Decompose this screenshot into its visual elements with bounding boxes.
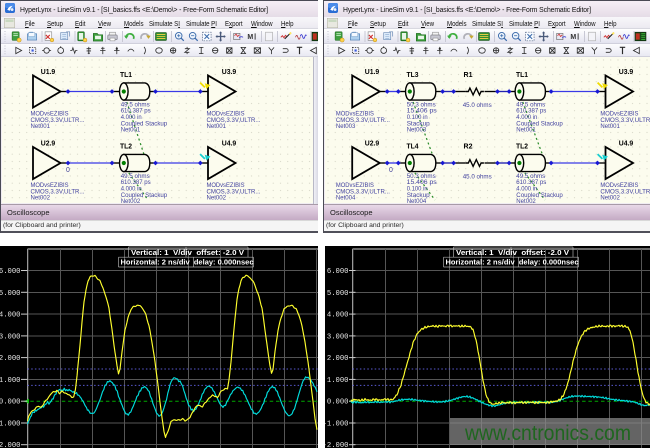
svg-text:U4.9: U4.9 bbox=[222, 139, 237, 148]
svg-text:Net002: Net002 bbox=[600, 195, 620, 202]
svg-text:3.000: 3.000 bbox=[327, 333, 349, 341]
svg-text:U3.9: U3.9 bbox=[222, 67, 237, 76]
svg-text:45.0 ohms: 45.0 ohms bbox=[463, 173, 493, 180]
svg-text:Vertical: 1 V/div offset: -2: Vertical: 1 V/div offset: -2.0 V bbox=[456, 250, 569, 257]
svg-text:0: 0 bbox=[66, 167, 70, 174]
svg-text:www.cntronics.com: www.cntronics.com bbox=[464, 421, 631, 445]
svg-text:TL2: TL2 bbox=[516, 142, 528, 151]
svg-text:0.000: 0.000 bbox=[327, 399, 349, 407]
svg-text:Horizontal: 2 ns/div delay: 0: Horizontal: 2 ns/div delay: 0.000nsec bbox=[446, 260, 579, 267]
svg-text:5.000: 5.000 bbox=[0, 290, 21, 298]
svg-text:6.000: 6.000 bbox=[327, 268, 349, 276]
svg-text:2.000: 2.000 bbox=[0, 355, 21, 363]
svg-text:TL2: TL2 bbox=[120, 142, 132, 151]
svg-text:R2: R2 bbox=[464, 142, 473, 151]
svg-text:TL1: TL1 bbox=[120, 70, 132, 79]
svg-text:5.000: 5.000 bbox=[327, 290, 349, 298]
svg-text:1.000: 1.000 bbox=[327, 377, 349, 385]
svg-text:Net003: Net003 bbox=[336, 123, 356, 130]
svg-text:Net004: Net004 bbox=[407, 198, 427, 203]
svg-text:-1.000: -1.000 bbox=[0, 421, 21, 429]
svg-text:U1.9: U1.9 bbox=[365, 67, 380, 76]
svg-text:U2.9: U2.9 bbox=[365, 139, 380, 148]
svg-text:Net001: Net001 bbox=[207, 123, 227, 130]
svg-text:1.000: 1.000 bbox=[0, 377, 21, 385]
svg-text:-2.000: -2.000 bbox=[0, 442, 21, 448]
svg-text:Net001: Net001 bbox=[31, 123, 51, 130]
svg-text:Net003: Net003 bbox=[407, 127, 427, 134]
svg-text:U4.9: U4.9 bbox=[619, 139, 634, 148]
svg-text:Net002: Net002 bbox=[121, 198, 141, 203]
svg-text:U3.9: U3.9 bbox=[619, 67, 634, 76]
svg-text:U2.9: U2.9 bbox=[41, 139, 56, 148]
svg-text:TL3: TL3 bbox=[407, 70, 419, 79]
svg-text:-2.000: -2.000 bbox=[325, 442, 349, 448]
svg-text:-1.000: -1.000 bbox=[325, 421, 349, 429]
svg-text:4.000: 4.000 bbox=[327, 312, 349, 320]
svg-text:Horizontal: 2 ns/div delay: 0: Horizontal: 2 ns/div delay: 0.000nsec bbox=[121, 260, 254, 267]
svg-text:4.000: 4.000 bbox=[0, 312, 21, 320]
svg-text:Net002: Net002 bbox=[516, 198, 536, 203]
svg-text:TL4: TL4 bbox=[407, 142, 419, 151]
svg-text:Net004: Net004 bbox=[336, 195, 356, 202]
svg-text:Net002: Net002 bbox=[207, 195, 227, 202]
svg-text:Vertical: 1 V/div offset: -2: Vertical: 1 V/div offset: -2.0 V bbox=[131, 250, 244, 257]
svg-text:6.000: 6.000 bbox=[0, 268, 21, 276]
svg-text:Net001: Net001 bbox=[516, 127, 536, 134]
svg-text:0: 0 bbox=[389, 167, 393, 174]
svg-text:TL1: TL1 bbox=[516, 70, 528, 79]
svg-text:U1.9: U1.9 bbox=[41, 67, 56, 76]
svg-text:Net001: Net001 bbox=[121, 127, 141, 134]
svg-text:R1: R1 bbox=[464, 70, 473, 79]
svg-text:Net001: Net001 bbox=[600, 123, 620, 130]
svg-text:2.000: 2.000 bbox=[327, 355, 349, 363]
svg-text:45.0 ohms: 45.0 ohms bbox=[463, 102, 493, 109]
svg-text:Net002: Net002 bbox=[31, 195, 51, 202]
svg-text:3.000: 3.000 bbox=[0, 333, 21, 341]
svg-text:0.000: 0.000 bbox=[0, 399, 21, 407]
